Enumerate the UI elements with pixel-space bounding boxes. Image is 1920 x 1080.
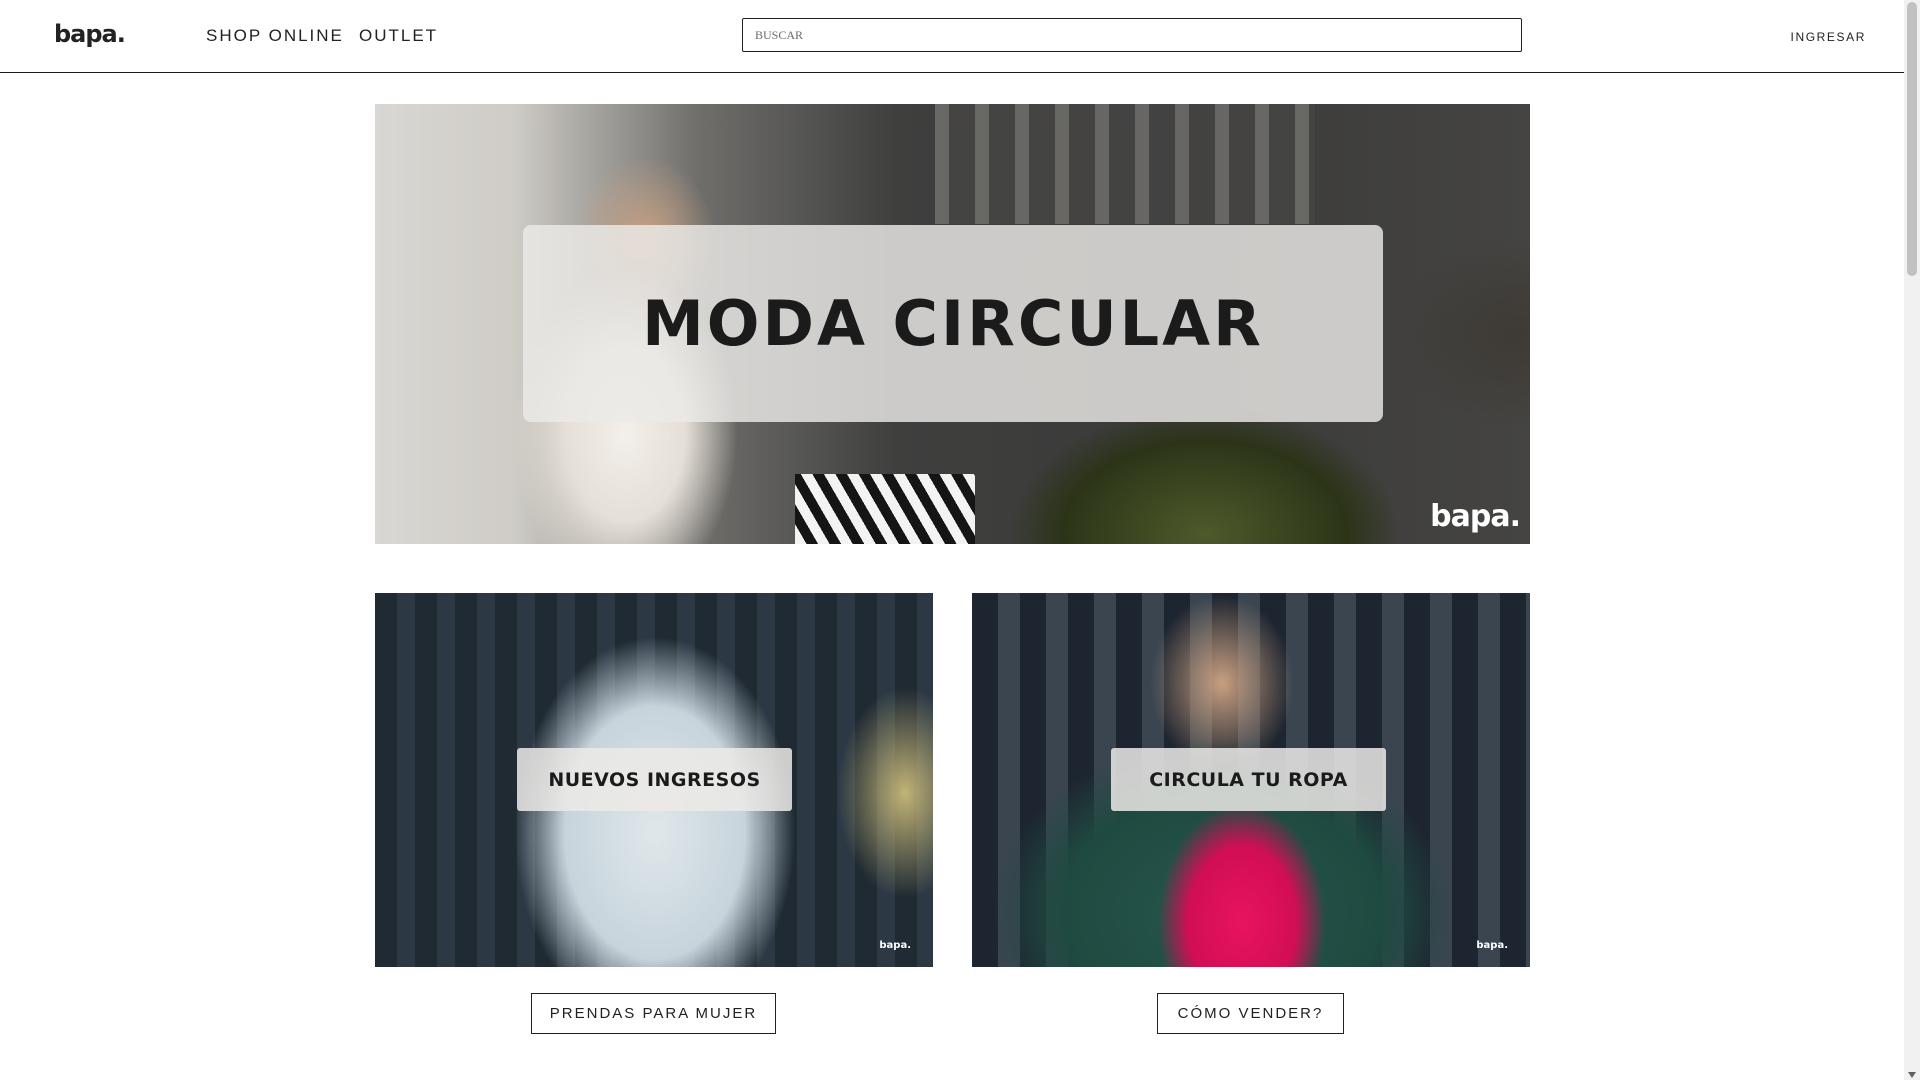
nav-shop-online[interactable]: SHOP ONLINE — [206, 26, 344, 46]
card-brand-logo: bapa. — [879, 940, 911, 951]
card-title: CIRCULA TU ROPA — [1149, 768, 1348, 791]
card-title-panel: CIRCULA TU ROPA — [1111, 748, 1386, 811]
login-link[interactable]: INGRESAR — [1791, 30, 1866, 44]
card-circula-tu-ropa[interactable]: CIRCULA TU ROPA bapa. — [972, 593, 1530, 967]
card-title: NUEVOS INGRESOS — [548, 768, 761, 791]
page-scrollbar[interactable] — [1904, 0, 1920, 1080]
hero-banner[interactable]: MODA CIRCULAR bapa. — [375, 104, 1530, 544]
hero-title-panel: MODA CIRCULAR — [523, 225, 1383, 422]
zebra-pants-image — [795, 474, 975, 544]
hero-title: MODA CIRCULAR — [642, 287, 1264, 360]
como-vender-button[interactable]: CÓMO VENDER? — [1157, 993, 1344, 1034]
scrollbar-thumb[interactable] — [1907, 2, 1917, 276]
card-nuevos-ingresos[interactable]: NUEVOS INGRESOS bapa. — [375, 593, 933, 967]
card-title-panel: NUEVOS INGRESOS — [517, 748, 792, 811]
search-input[interactable] — [742, 18, 1522, 52]
card-brand-logo: bapa. — [1476, 940, 1508, 951]
brand-logo[interactable]: bapa. — [54, 20, 126, 48]
site-header: bapa. SHOP ONLINE OUTLET INGRESAR — [0, 0, 1904, 73]
wall-sculpture-image — [935, 104, 1315, 224]
nav-outlet[interactable]: OUTLET — [359, 26, 438, 46]
scroll-down-arrow-icon[interactable] — [1908, 1072, 1916, 1078]
hero-brand-logo: bapa. — [1430, 499, 1521, 534]
prendas-para-mujer-button[interactable]: PRENDAS PARA MUJER — [531, 993, 776, 1034]
